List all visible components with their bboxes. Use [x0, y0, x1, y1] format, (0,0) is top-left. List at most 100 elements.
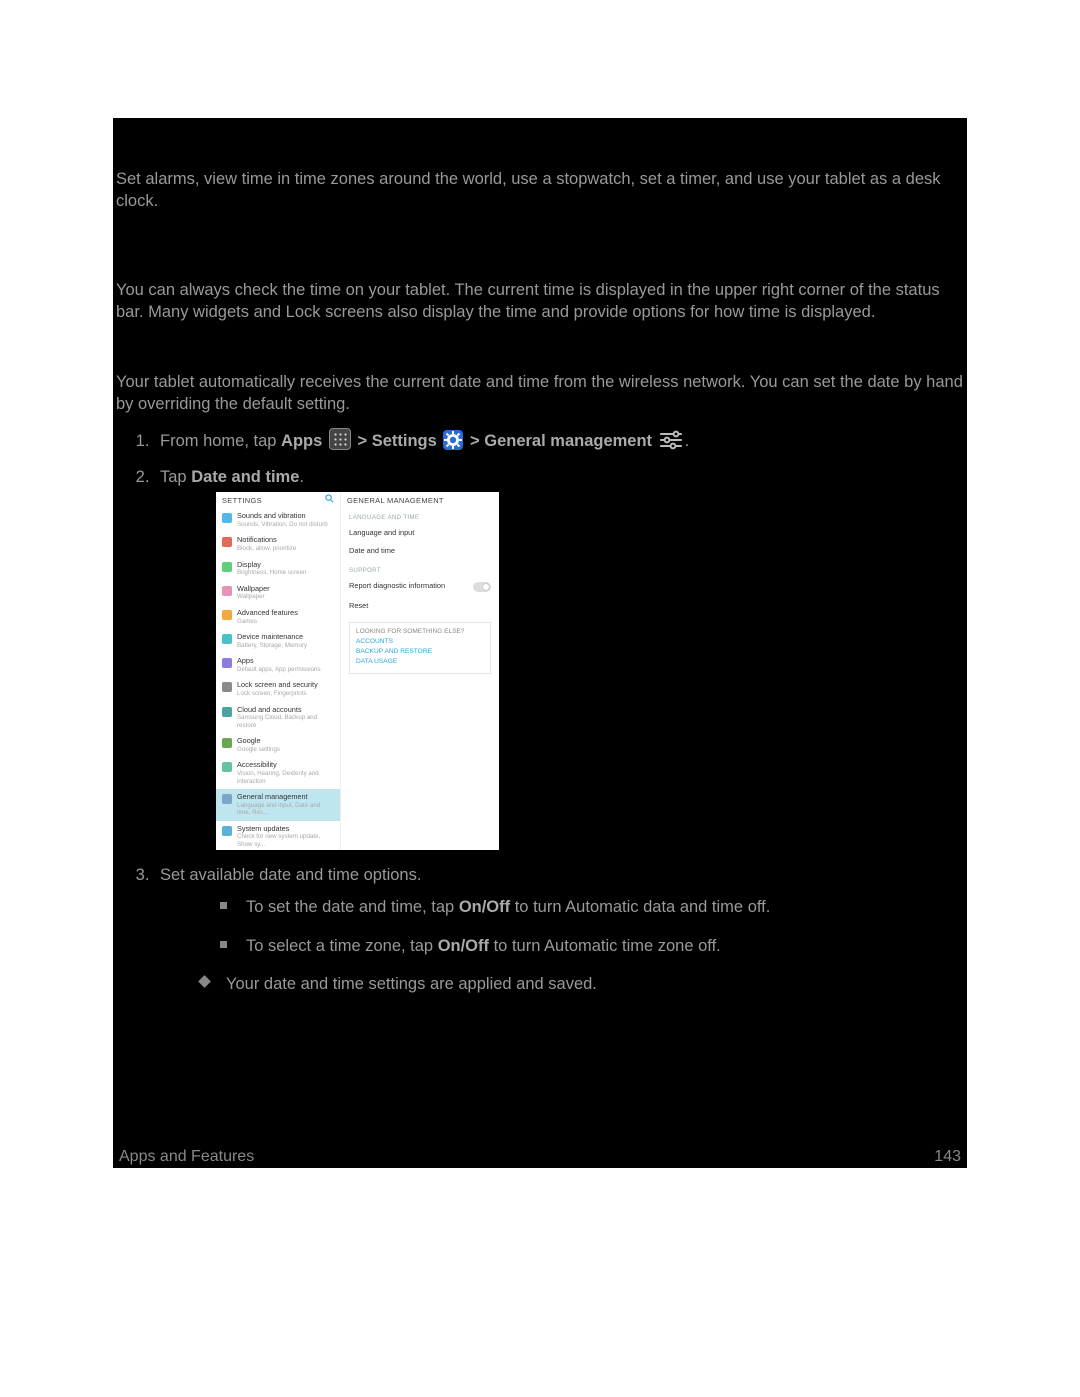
list-item: WallpaperWallpaper	[216, 581, 340, 605]
list-item-desc: Google settings	[237, 746, 280, 753]
list-item: Cloud and accountsSamsung Cloud, Backup …	[216, 702, 340, 734]
step1-suffix: .	[685, 432, 690, 450]
list-item-desc: Language and input, Date and time, Res..…	[237, 802, 334, 817]
list-item: Sounds and vibrationSounds, Vibration, D…	[216, 508, 340, 532]
step-2: Tap Date and time. SETTINGS Sounds and v…	[154, 466, 964, 850]
shot-row-lang-input: Language and input	[341, 524, 499, 543]
list-item-desc: Games	[237, 618, 298, 625]
list-item-title: System updates	[237, 825, 334, 834]
list-item: GoogleGoogle settings	[216, 733, 340, 757]
bullet-set-date-time: To set the date and time, tap On/Off to …	[220, 896, 964, 918]
list-item-icon	[222, 794, 232, 804]
list-item: Device maintenanceBattery, Storage, Memo…	[216, 629, 340, 653]
step2-bold: Date and time	[191, 468, 299, 486]
b1-post: to turn Automatic data and time off.	[510, 898, 770, 916]
toggle-off-icon	[473, 582, 491, 592]
b2-pre: To select a time zone, tap	[246, 937, 438, 955]
search-icon	[325, 494, 334, 506]
shot-right-title: GENERAL MANAGEMENT	[347, 496, 444, 505]
shot-row-report-diag-label: Report diagnostic information	[349, 582, 445, 591]
shot-cap-lang: LANGUAGE AND TIME	[341, 508, 499, 523]
shot-row-date-time: Date and time	[341, 542, 499, 561]
list-item: AccessibilityVision, Hearing, Dexterity …	[216, 757, 340, 789]
list-item-icon	[222, 586, 232, 596]
list-item-desc: Samsung Cloud, Backup and restore	[237, 714, 334, 729]
list-item-desc: Battery, Storage, Memory	[237, 642, 307, 649]
b2-post: to turn Automatic time zone off.	[489, 937, 721, 955]
shot-cap-support: SUPPORT	[341, 561, 499, 576]
list-item-icon	[222, 610, 232, 620]
settings-gear-icon	[443, 430, 463, 450]
step3-text: Set available date and time options.	[160, 866, 421, 884]
step2-pre: Tap	[160, 468, 191, 486]
list-item-title: Sounds and vibration	[237, 512, 328, 521]
list-item: DisplayBrightness, Home screen	[216, 557, 340, 581]
list-item: General managementLanguage and input, Da…	[216, 789, 340, 821]
list-item-icon	[222, 682, 232, 692]
list-item-title: Notifications	[237, 536, 296, 545]
shot-box-link-backup: BACKUP AND RESTORE	[356, 648, 484, 656]
list-item-icon	[222, 513, 232, 523]
list-item-title: Lock screen and security	[237, 681, 318, 690]
shot-left-title: SETTINGS	[222, 496, 262, 505]
shot-box-head: LOOKING FOR SOMETHING ELSE?	[356, 628, 484, 636]
shot-box-link-accounts: ACCOUNTS	[356, 638, 484, 646]
list-item: Lock screen and securityLock screen, Fin…	[216, 677, 340, 701]
intro-paragraph: Set alarms, view time in time zones arou…	[116, 118, 964, 213]
list-item-desc: Wallpaper	[237, 593, 270, 600]
apps-grid-icon	[329, 428, 351, 450]
shot-box-link-data: DATA USAGE	[356, 658, 484, 666]
list-item-icon	[222, 738, 232, 748]
list-item-desc: Default apps, App permissions	[237, 666, 321, 673]
set-date-paragraph: Your tablet automatically receives the c…	[116, 335, 964, 416]
list-item-icon	[222, 537, 232, 547]
list-item-desc: Block, allow, prioritize	[237, 545, 296, 552]
list-item-icon	[222, 826, 232, 836]
step-3: Set available date and time options. To …	[154, 864, 964, 995]
step1-settings: Settings	[372, 432, 437, 450]
shot-looking-for-box: LOOKING FOR SOMETHING ELSE? ACCOUNTS BAC…	[349, 622, 491, 675]
list-item-icon	[222, 707, 232, 717]
settings-screenshot: SETTINGS Sounds and vibrationSounds, Vib…	[216, 492, 499, 850]
list-item-title: Wallpaper	[237, 585, 270, 594]
list-item-icon	[222, 634, 232, 644]
list-item-title: General management	[237, 793, 334, 802]
list-item-desc: Vision, Hearing, Dexterity and interacti…	[237, 770, 334, 785]
list-item-desc: Sounds, Vibration, Do not disturb	[237, 521, 328, 528]
step1-sep1: >	[357, 432, 371, 450]
list-item-desc: Check for new system update, Show sy...	[237, 833, 334, 848]
step1-sep2: >	[470, 432, 484, 450]
list-item-icon	[222, 762, 232, 772]
b1-bold: On/Off	[459, 898, 510, 916]
list-item-title: Apps	[237, 657, 321, 666]
list-item-desc: Lock screen, Fingerprints	[237, 690, 318, 697]
list-item-icon	[222, 562, 232, 572]
list-item-title: Google	[237, 737, 280, 746]
list-item-icon	[222, 658, 232, 668]
b2-bold: On/Off	[438, 937, 489, 955]
general-management-sliders-icon	[659, 430, 683, 450]
check-time-paragraph: You can always check the time on your ta…	[116, 225, 964, 324]
step-1: From home, tap Apps > Settings	[154, 428, 964, 452]
list-item-desc: Brightness, Home screen	[237, 569, 306, 576]
list-item-title: Accessibility	[237, 761, 334, 770]
shot-row-reset: Reset	[341, 597, 499, 616]
list-item-title: Display	[237, 561, 306, 570]
step2-post: .	[299, 468, 304, 486]
result-applied: Your date and time settings are applied …	[200, 973, 964, 995]
list-item: NotificationsBlock, allow, prioritize	[216, 532, 340, 556]
step1-apps: Apps	[281, 432, 322, 450]
list-item-title: Cloud and accounts	[237, 706, 334, 715]
bullet-select-timezone: To select a time zone, tap On/Off to tur…	[220, 935, 964, 957]
list-item-title: Advanced features	[237, 609, 298, 618]
shot-row-report-diag: Report diagnostic information	[341, 577, 499, 597]
list-item-title: Device maintenance	[237, 633, 307, 642]
step1-prefix: From home, tap	[160, 432, 281, 450]
step1-genmgmt: General management	[484, 432, 652, 450]
b1-pre: To set the date and time, tap	[246, 898, 459, 916]
footer-section: Apps and Features	[119, 1146, 254, 1168]
list-item: Advanced featuresGames	[216, 605, 340, 629]
footer-page-number: 143	[934, 1146, 961, 1168]
list-item: AppsDefault apps, App permissions	[216, 653, 340, 677]
list-item: System updatesCheck for new system updat…	[216, 821, 340, 850]
